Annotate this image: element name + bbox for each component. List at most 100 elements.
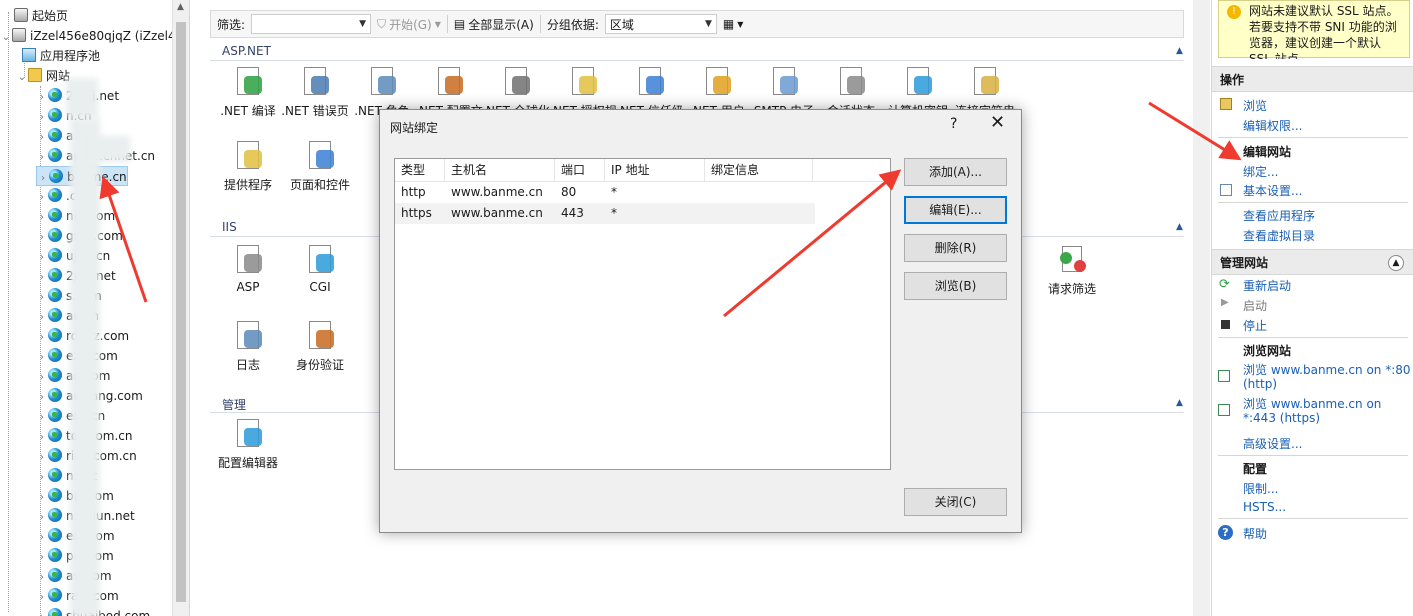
binding-row-http[interactable]: http www.banme.cn 80 * [395,182,890,203]
iis-feature[interactable]: CGI [280,244,360,294]
collapse-iis-icon[interactable]: ▲ [1176,222,1183,232]
tree-scrollbar[interactable]: ▲ [172,0,189,616]
expand-chevron-icon[interactable]: › [36,408,48,428]
expand-chevron-icon[interactable]: › [36,128,48,148]
expand-chevron-icon[interactable]: › [36,148,48,168]
show-all-button[interactable]: ▤ 全部显示(A) [454,16,534,33]
expand-chevron-icon[interactable]: › [36,88,48,108]
column-header-type[interactable]: 类型 [395,159,445,181]
view-applications-link[interactable]: 查看应用程序 [1243,207,1315,224]
globe-icon [48,108,62,122]
expand-chevron-icon[interactable]: › [36,548,48,568]
browse-https-link[interactable]: 浏览 www.banme.cn on [1243,395,1381,412]
iis-row2-feature[interactable]: 身份验证 [280,320,360,373]
feature-request-filtering[interactable]: 请求筛选 [1032,244,1112,297]
start-link[interactable]: 启动 [1243,297,1267,314]
scroll-up-icon[interactable]: ▲ [177,2,184,12]
limits-link[interactable]: 限制... [1243,480,1278,497]
aspnet-row2-feature[interactable]: 提供程序 [208,140,288,193]
column-header-port[interactable]: 端口 [555,159,605,181]
restart-icon: ⟳ [1219,277,1230,292]
tree-scroll-thumb[interactable] [176,22,186,602]
connections-tree[interactable]: 起始页 ⌄ iZzel456e80qjqZ (iZzel45 应用程序池 ⌄ 网站 … [0,0,190,616]
expand-chevron-icon[interactable]: › [36,108,48,128]
dropdown-arrow-icon: ▼ [704,19,712,29]
tree-node-app-pools[interactable]: 应用程序池 [22,46,100,66]
column-header-ip[interactable]: IP 地址 [605,159,705,181]
iis-row2-feature[interactable]: 日志 [208,320,288,373]
expand-chevron-icon[interactable]: › [36,608,48,616]
expand-chevron-icon[interactable]: › [36,588,48,608]
add-binding-button[interactable]: 添加(A)... [904,158,1007,186]
section-iis[interactable]: IIS [222,220,237,234]
globe-icon [48,88,62,102]
expand-chevron-icon[interactable]: › [36,568,48,588]
filter-input[interactable]: ▼ [251,14,372,34]
expand-chevron-icon[interactable]: › [36,468,48,488]
hsts-link[interactable]: HSTS... [1243,500,1286,514]
view-virtual-directories-link[interactable]: 查看虚拟目录 [1243,227,1315,244]
view-mode-button[interactable]: ▦ ▼ [723,17,744,31]
section-aspnet[interactable]: ASP.NET [222,44,271,58]
edit-binding-button[interactable]: 编辑(E)... [904,196,1007,224]
expand-chevron-icon[interactable]: › [36,268,48,288]
feature-icon [500,66,532,98]
basic-settings-link[interactable]: 基本设置... [1243,182,1302,199]
expand-chevron-icon[interactable]: › [36,348,48,368]
collapse-up-icon[interactable]: ▲ [1388,255,1404,271]
expand-chevron-icon[interactable]: › [36,448,48,468]
edit-permissions-link[interactable]: 编辑权限... [1243,117,1302,134]
expand-chevron-icon[interactable]: › [36,248,48,268]
expand-chevron-icon[interactable]: › [36,288,48,308]
collapse-aspnet-icon[interactable]: ▲ [1176,46,1183,56]
binding-row-https[interactable]: https www.banme.cn 443 * [395,203,815,224]
section-management[interactable]: 管理 [222,396,246,413]
close-dialog-button[interactable]: 关闭(C) [904,488,1007,516]
collapse-management-icon[interactable]: ▲ [1176,398,1183,408]
expand-chevron-icon[interactable]: › [36,208,48,228]
stop-link[interactable]: 停止 [1243,317,1267,334]
browse-binding-button[interactable]: 浏览(B) [904,272,1007,300]
main-scrollbar[interactable] [1193,0,1210,616]
globe-icon [48,448,62,462]
tree-node-site[interactable]: ›a [36,126,73,146]
collapse-chevron-icon[interactable]: ⌄ [0,28,12,48]
iis-feature[interactable]: ASP [208,244,288,294]
tree-node-start-page[interactable]: 起始页 [2,6,68,26]
group-by-select[interactable]: 区域 ▼ [604,14,717,34]
expand-chevron-icon[interactable]: › [36,188,48,208]
close-icon[interactable]: ✕ [990,113,1005,133]
grid-view-icon: ▦ [722,17,735,31]
expand-chevron-icon[interactable]: › [36,328,48,348]
aspnet-row2-feature[interactable]: 页面和控件 [280,140,360,193]
help-icon[interactable]: ? [950,116,957,132]
column-header-host[interactable]: 主机名 [445,159,555,181]
help-link[interactable]: 帮助 [1243,525,1267,542]
browse-http-link[interactable]: 浏览 www.banme.cn on *:80 [1243,361,1411,378]
restart-link[interactable]: 重新启动 [1243,277,1291,294]
expand-chevron-icon[interactable]: › [36,388,48,408]
advanced-settings-link[interactable]: 高级设置... [1243,435,1302,452]
start-filter-button[interactable]: ⛉ 开始(G) ▼ [377,16,441,33]
expand-chevron-icon[interactable]: › [36,368,48,388]
tree-node-sites[interactable]: ⌄ 网站 [16,66,70,86]
expand-chevron-icon[interactable]: › [36,228,48,248]
browse-https-link-line2[interactable]: *:443 (https) [1243,411,1320,425]
column-header-binding-info[interactable]: 绑定信息 [705,159,813,181]
funnel-icon: ⛉ [377,16,387,31]
expand-chevron-icon[interactable]: › [36,308,48,328]
expand-chevron-icon[interactable]: › [36,508,48,528]
browse-http-link-line2[interactable]: (http) [1243,377,1277,391]
filter-toolbar: 筛选: ▼ ⛉ 开始(G) ▼ ▤ 全部显示(A) 分组依据: 区域 ▼ ▦ ▼ [210,10,1184,38]
explore-link[interactable]: 浏览 [1243,97,1267,114]
bindings-link[interactable]: 绑定... [1243,163,1278,180]
tree-node-server[interactable]: ⌄ iZzel456e80qjqZ (iZzel45 [0,26,183,46]
remove-binding-button[interactable]: 删除(R) [904,234,1007,262]
bindings-list[interactable]: 类型 主机名 端口 IP 地址 绑定信息 http www.banme.cn 8… [394,158,891,470]
collapse-chevron-icon[interactable]: ⌄ [16,68,28,88]
feature-icon [232,140,264,172]
expand-chevron-icon[interactable]: › [36,488,48,508]
expand-chevron-icon[interactable]: › [36,528,48,548]
expand-chevron-icon[interactable]: › [36,428,48,448]
mgmt-feature[interactable]: 配置编辑器 [208,418,288,471]
